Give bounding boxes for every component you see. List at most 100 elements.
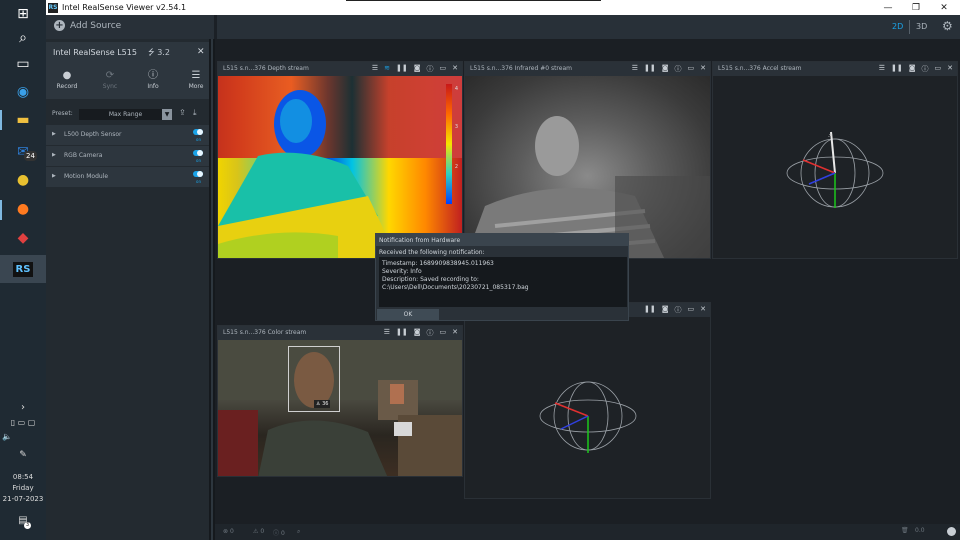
close-icon[interactable]: ✕ — [947, 64, 953, 74]
clock-time[interactable]: 08:54 — [0, 473, 46, 481]
task-view-icon[interactable]: ▭ — [9, 52, 37, 76]
firefox-icon[interactable]: ● — [9, 197, 37, 221]
record-button[interactable]: ● Record — [49, 69, 85, 90]
metrics-icon[interactable]: ≋ — [384, 64, 390, 74]
close-icon[interactable]: ✕ — [700, 64, 706, 74]
info-icon[interactable]: ⓘ — [427, 328, 434, 338]
depth-stream-panel[interactable]: L515 s.n...376 Depth stream ☰ ≋ ❚❚ ◙ ⓘ ▭… — [217, 61, 463, 259]
trash-icon[interactable]: 🗑 — [901, 527, 909, 534]
expand-arrow-icon[interactable]: ▶ — [52, 131, 56, 137]
list-icon[interactable]: ☰ — [384, 328, 390, 338]
pause-icon[interactable]: ❚❚ — [396, 64, 408, 74]
close-window-icon[interactable]: ✕ — [930, 0, 958, 15]
info-icon[interactable]: ⓘ — [427, 64, 434, 74]
usb-icon: ⭍ — [148, 48, 155, 57]
search-icon[interactable]: ⌕ — [9, 26, 37, 50]
gyro-stream-panel[interactable]: ❚❚ ◙ ⓘ ▭ ✕ — [464, 302, 711, 499]
tray-icons[interactable]: ▯ ▭ ▢ — [0, 418, 46, 427]
close-icon[interactable]: ✕ — [700, 305, 706, 315]
sensor-toggle[interactable] — [193, 129, 203, 135]
settings-gear-icon[interactable]: ⚙ — [942, 19, 953, 33]
color-stream-panel[interactable]: L515 s.n...376 Color stream ☰ ❚❚ ◙ ⓘ ▭ ✕ — [217, 325, 463, 477]
paint-icon[interactable]: ◆ — [9, 226, 37, 250]
download-preset-icon[interactable]: ⤓ — [193, 108, 197, 118]
pause-icon[interactable]: ❚❚ — [644, 64, 656, 74]
windows-taskbar: ⊞ ⌕ ▭ ◉ ▬ ✉ 24 ● ● ◆ RS › ▯ ▭ ▢ 🔈 ✎ 08:5… — [0, 0, 46, 540]
list-icon[interactable]: ☰ — [879, 64, 885, 74]
camera-icon[interactable]: ◙ — [909, 64, 916, 74]
remove-device-icon[interactable]: ✕ — [197, 47, 205, 57]
close-icon[interactable]: ✕ — [452, 328, 458, 338]
file-explorer-icon[interactable]: ▬ — [9, 108, 37, 132]
add-source-button[interactable]: + Add Source — [54, 20, 121, 31]
maximize-icon[interactable]: ▭ — [440, 328, 447, 338]
ok-button[interactable]: OK — [377, 309, 439, 320]
camera-icon[interactable]: ◙ — [662, 64, 669, 74]
info-button[interactable]: ⓘ Info — [135, 69, 171, 90]
realsense-taskbar-button[interactable]: RS — [0, 255, 46, 283]
search-log-icon[interactable]: ⌕ — [297, 528, 300, 536]
depth-frame: 4 3 2 — [218, 76, 462, 258]
notification-text[interactable]: Timestamp: 1689909838945.011963 Severity… — [379, 257, 627, 307]
expand-arrow-icon[interactable]: ▶ — [52, 152, 56, 158]
info-icon[interactable]: ⓘ — [922, 64, 929, 74]
expand-arrow-icon[interactable]: ▶ — [52, 173, 56, 179]
record-label: Record — [56, 83, 78, 90]
sync-button[interactable]: ⟳ Sync — [92, 69, 128, 90]
mode-3d-button[interactable]: 3D — [916, 22, 927, 31]
dialog-subtitle: Received the following notification: — [379, 249, 485, 256]
list-icon[interactable]: ☰ — [372, 64, 378, 74]
stream-title: L515 s.n...376 Depth stream — [223, 65, 309, 72]
upload-preset-icon[interactable]: ⇪ — [179, 108, 186, 117]
face-distance-label: ♙ 36 — [314, 400, 331, 408]
sensor-row-motion[interactable]: ▶ Motion Module on — [46, 167, 209, 187]
infrared-person-silhouette — [465, 116, 710, 258]
notifications-icon[interactable]: ▤ — [0, 515, 46, 526]
infrared-stream-panel[interactable]: L515 s.n...376 Infrared #0 stream ☰ ❚❚ ◙… — [464, 61, 711, 259]
pen-icon[interactable]: ✎ — [0, 450, 46, 460]
chrome-icon[interactable]: ● — [9, 168, 37, 192]
stream-controls: ☰ ❚❚ ◙ ⓘ ▭ ✕ — [632, 64, 706, 74]
minimize-icon[interactable]: — — [874, 0, 902, 15]
preset-dropdown[interactable]: Max Range — [79, 109, 172, 120]
info-count[interactable]: ⓘ 0 — [273, 528, 285, 537]
close-icon[interactable]: ✕ — [452, 64, 458, 74]
maximize-icon[interactable]: ▭ — [688, 64, 695, 74]
warning-count[interactable]: ⚠ 0 — [253, 528, 264, 535]
pause-icon[interactable]: ❚❚ — [644, 305, 656, 315]
error-count[interactable]: ⊗ 0 — [223, 528, 234, 535]
maximize-icon[interactable]: ▭ — [440, 64, 447, 74]
error-icon: ⊗ — [223, 528, 229, 535]
info-icon[interactable]: ⓘ — [675, 305, 682, 315]
maximize-icon[interactable]: ▭ — [935, 64, 942, 74]
toggle-log-icon[interactable] — [947, 527, 956, 536]
windows-start-icon[interactable]: ⊞ — [9, 2, 37, 26]
accel-stream-panel[interactable]: L515 s.n...376 Accel stream ☰ ❚❚ ◙ ⓘ ▭ ✕ — [712, 61, 958, 259]
camera-icon[interactable]: ◙ — [414, 64, 421, 74]
sensor-row-depth[interactable]: ▶ L500 Depth Sensor on — [46, 125, 209, 145]
maximize-icon[interactable]: ❐ — [902, 0, 930, 15]
chevron-right-icon[interactable]: › — [0, 402, 46, 413]
stream-header: L515 s.n...376 Color stream ☰ ❚❚ ◙ ⓘ ▭ ✕ — [218, 326, 462, 340]
camera-icon[interactable]: ◙ — [662, 305, 669, 315]
stream-controls: ☰ ❚❚ ◙ ⓘ ▭ ✕ — [384, 328, 458, 338]
active-indicator — [0, 200, 2, 220]
info-icon[interactable]: ⓘ — [675, 64, 682, 74]
realsense-viewer-screen: ⊞ ⌕ ▭ ◉ ▬ ✉ 24 ● ● ◆ RS › ▯ ▭ ▢ 🔈 ✎ 08:5… — [0, 0, 960, 540]
sensor-toggle[interactable] — [193, 171, 203, 177]
volume-icon[interactable]: 🔈 — [0, 432, 46, 441]
list-icon[interactable]: ☰ — [632, 64, 638, 74]
window-title-bar[interactable]: RS Intel RealSense Viewer v2.54.1 — ❐ ✕ — [46, 0, 960, 15]
dropdown-arrow-icon[interactable]: ▼ — [162, 109, 172, 120]
pause-icon[interactable]: ❚❚ — [891, 64, 903, 74]
pause-icon[interactable]: ❚❚ — [396, 328, 408, 338]
sensor-toggle[interactable] — [193, 150, 203, 156]
stream-header: L515 s.n...376 Depth stream ☰ ≋ ❚❚ ◙ ⓘ ▭… — [218, 62, 462, 76]
stream-controls: ☰ ❚❚ ◙ ⓘ ▭ ✕ — [879, 64, 953, 74]
edge-icon[interactable]: ◉ — [9, 80, 37, 104]
mode-2d-button[interactable]: 2D — [892, 22, 903, 31]
camera-icon[interactable]: ◙ — [414, 328, 421, 338]
sensor-row-rgb[interactable]: ▶ RGB Camera on — [46, 146, 209, 166]
maximize-icon[interactable]: ▭ — [688, 305, 695, 315]
depth-image: 4 3 2 — [218, 76, 462, 258]
